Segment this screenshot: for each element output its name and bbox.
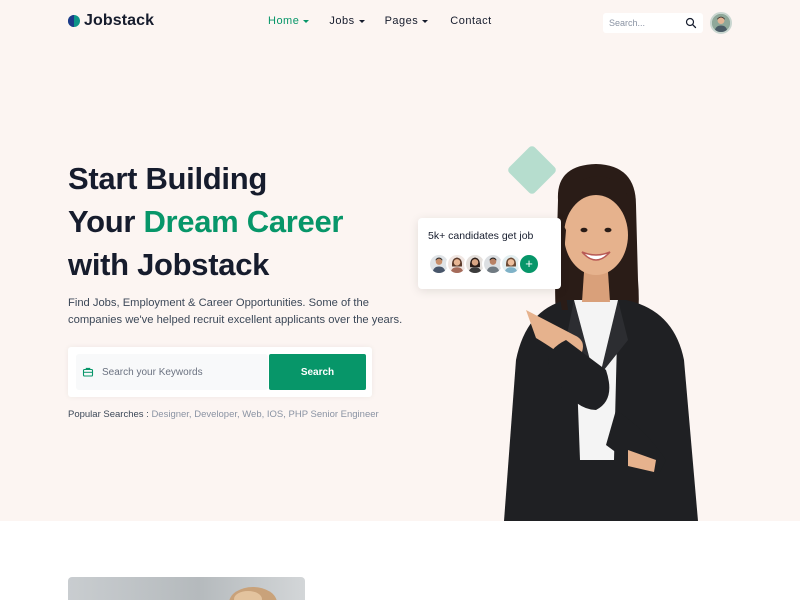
brand-logo[interactable]: Jobstack <box>68 12 154 30</box>
search-button[interactable]: Search <box>269 354 366 390</box>
keyword-input[interactable] <box>102 366 262 378</box>
nav-item-label: Home <box>268 15 300 27</box>
navbar: Jobstack Home Jobs Pages Contact <box>0 0 800 46</box>
chevron-down-icon <box>422 19 429 23</box>
logo-icon <box>68 15 80 27</box>
nav-item-contact[interactable]: Contact <box>450 15 491 27</box>
page: Jobstack Home Jobs Pages Contact Search.… <box>0 0 800 600</box>
nav-item-pages[interactable]: Pages <box>385 15 429 27</box>
search-input[interactable] <box>609 18 685 28</box>
nav-item-home[interactable]: Home <box>268 15 310 27</box>
headline-line-3: with Jobstack <box>68 247 270 282</box>
chevron-down-icon <box>358 19 365 23</box>
candidate-avatars: + <box>428 253 540 275</box>
popular-searches: Popular Searches : Designer, Developer, … <box>68 409 379 420</box>
briefcase-icon <box>82 367 94 377</box>
main-menu: Home Jobs Pages Contact <box>268 15 492 27</box>
add-candidate-button[interactable]: + <box>518 253 540 275</box>
nav-item-jobs[interactable]: Jobs <box>329 15 365 27</box>
nav-item-label: Pages <box>384 15 419 27</box>
hero-person-image <box>504 164 698 521</box>
popular-search-tags[interactable]: Designer, Developer, Web, IOS, PHP Senio… <box>151 409 378 420</box>
headline-line-2-prefix: Your <box>68 204 144 239</box>
nav-item-label: Contact <box>450 15 492 27</box>
avatar-image <box>712 14 730 32</box>
feature-image <box>68 577 305 600</box>
popular-searches-label: Popular Searches : <box>68 409 149 420</box>
nav-search <box>603 13 703 33</box>
headline-line-1: Start Building <box>68 161 268 196</box>
job-search-card: Search <box>68 347 372 397</box>
hero-headline: Start Building Your Dream Career with Jo… <box>68 157 343 286</box>
candidates-text: 5k+ candidates get job <box>428 230 534 242</box>
hero-subtext: Find Jobs, Employment & Career Opportuni… <box>68 297 403 326</box>
keyword-field <box>76 354 268 390</box>
nav-item-label: Jobs <box>329 15 355 27</box>
chevron-down-icon <box>303 19 310 23</box>
brand-name: Jobstack <box>84 12 155 29</box>
candidates-card: 5k+ candidates get job + <box>418 218 561 289</box>
search-icon[interactable] <box>685 17 697 29</box>
user-avatar[interactable] <box>710 12 732 34</box>
headline-accent: Dream Career <box>143 204 344 239</box>
feature-image-graphic <box>229 587 277 600</box>
